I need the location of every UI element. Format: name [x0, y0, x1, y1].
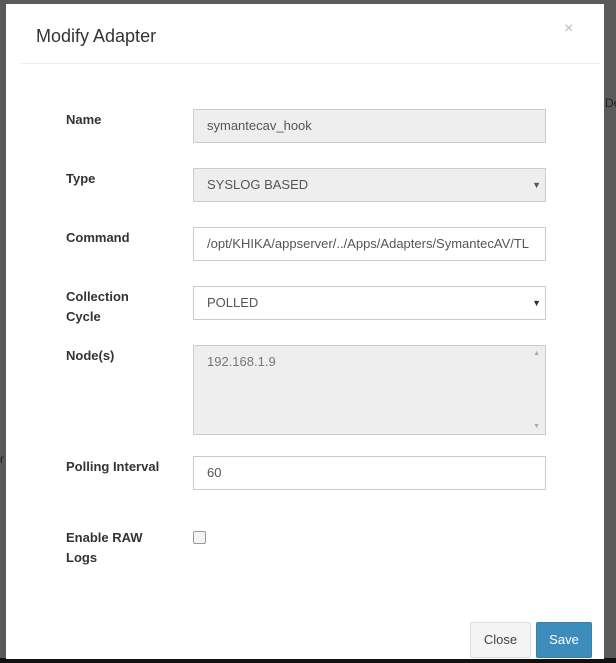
- type-label: Type: [66, 171, 96, 186]
- modal-title: Modify Adapter: [36, 26, 157, 46]
- collection-cycle-select[interactable]: POLLED ▼: [193, 286, 546, 320]
- polling-interval-label: Polling Interval: [66, 459, 160, 474]
- command-input[interactable]: /opt/KHIKA/appserver/../Apps/Adapters/Sy…: [193, 227, 546, 261]
- nodes-listbox[interactable]: 192.168.1.9 ▲ ▼: [193, 345, 546, 435]
- header-divider: [20, 63, 600, 64]
- collection-cycle-value: POLLED: [207, 295, 259, 310]
- background-text: r: [0, 452, 4, 466]
- enable-raw-logs-label: Enable RAW Logs: [66, 530, 143, 565]
- chevron-down-icon: ▼: [532, 298, 541, 308]
- nodes-label: Node(s): [66, 348, 115, 363]
- background-text: De: [605, 96, 616, 110]
- collection-cycle-label: Collection Cycle: [66, 289, 129, 324]
- name-label: Name: [66, 112, 102, 127]
- close-icon[interactable]: ×: [564, 20, 573, 38]
- modify-adapter-modal: Modify Adapter × Name symantecav_hook Ty…: [6, 4, 604, 659]
- chevron-down-icon: ▼: [532, 180, 541, 190]
- node-option[interactable]: 192.168.1.9: [207, 354, 276, 369]
- close-button[interactable]: Close: [470, 622, 531, 658]
- save-button[interactable]: Save: [536, 622, 592, 658]
- type-value: SYSLOG BASED: [207, 177, 309, 192]
- enable-raw-logs-checkbox[interactable]: [193, 531, 206, 544]
- name-input[interactable]: symantecav_hook: [193, 109, 546, 143]
- polling-interval-input[interactable]: 60: [193, 456, 546, 490]
- scroll-down-icon[interactable]: ▼: [533, 423, 540, 430]
- command-label: Command: [66, 230, 130, 245]
- scroll-up-icon[interactable]: ▲: [533, 350, 540, 357]
- type-select[interactable]: SYSLOG BASED ▼: [193, 168, 546, 202]
